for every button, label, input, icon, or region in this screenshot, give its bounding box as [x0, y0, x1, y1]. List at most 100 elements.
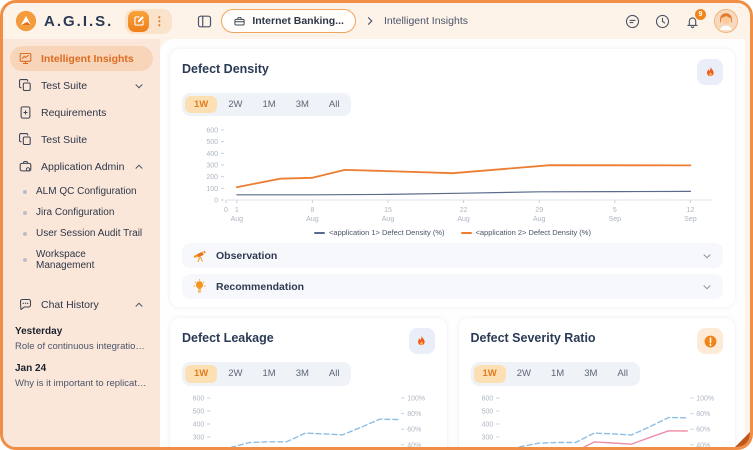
chat-entry[interactable]: Role of continuous integration in testin… [10, 339, 153, 356]
sidebar: Intelligent Insights Test Suite Requiremen… [3, 39, 160, 447]
time-range-tabs: 1W2W1M3MAll [182, 93, 351, 116]
feedback-button[interactable] [624, 13, 641, 30]
tab-2w[interactable]: 2W [508, 365, 540, 382]
legend-entry: <application 1> Defect Density (%) [314, 228, 444, 237]
hot-metric-button[interactable] [409, 328, 435, 354]
svg-text:15: 15 [384, 207, 392, 214]
briefcase-icon [233, 15, 246, 28]
user-avatar[interactable] [714, 9, 738, 33]
notifications-button[interactable]: 9 [684, 13, 701, 30]
tab-1w[interactable]: 1W [185, 96, 217, 113]
tab-1m[interactable]: 1M [254, 365, 285, 382]
notification-badge: 9 [695, 9, 706, 20]
flame-icon [414, 334, 429, 349]
new-chat-button[interactable] [128, 11, 149, 32]
legend-dash-icon [314, 232, 325, 234]
svg-text:Sep: Sep [684, 216, 697, 223]
chevron-up-icon[interactable] [133, 161, 145, 173]
tab-all[interactable]: All [608, 365, 637, 382]
chevron-up-icon[interactable] [133, 299, 145, 311]
sidebar-item-label: Intelligent Insights [41, 53, 145, 65]
svg-text:29: 29 [535, 207, 543, 214]
chat-bubble-icon [18, 297, 33, 312]
svg-text:300: 300 [206, 163, 218, 170]
sidebar-item-test-suite[interactable]: Test Suite [10, 127, 153, 152]
alert-icon [703, 334, 718, 349]
tab-1w[interactable]: 1W [474, 365, 506, 382]
svg-text:200: 200 [206, 175, 218, 182]
sidebar-subitem-label: Workspace Management [36, 249, 145, 271]
sidebar-toggle-button[interactable] [196, 13, 213, 30]
svg-text:300: 300 [193, 434, 205, 441]
tab-3m[interactable]: 3M [287, 96, 318, 113]
chat-history-toggle[interactable]: Chat History [10, 292, 153, 317]
time-range-tabs: 1W2W1M3MAll [471, 362, 640, 385]
svg-text:100%: 100% [407, 395, 425, 402]
legend-label: <application 2> Defect Density (%) [476, 228, 591, 237]
sidebar-subitem-jira-configuration[interactable]: Jira Configuration [10, 202, 153, 223]
card-title-defect-severity-ratio: Defect Severity Ratio [471, 328, 596, 345]
chat-entry[interactable]: Why is it important to replicate real-wo… [10, 376, 153, 393]
sidebar-item-requirements[interactable]: Requirements [10, 100, 153, 125]
svg-text:Aug: Aug [533, 216, 546, 223]
clipboard-icon [18, 78, 33, 93]
resize-grip[interactable] [735, 432, 750, 447]
svg-text:500: 500 [193, 408, 205, 415]
recommendation-accordion[interactable]: Recommendation [182, 274, 723, 299]
sidebar-nav: Intelligent Insights Test Suite Requiremen… [10, 46, 153, 276]
svg-text:60%: 60% [696, 426, 710, 433]
new-chat-group: ⋮ [125, 9, 172, 34]
chevron-down-icon [701, 250, 713, 262]
telescope-icon [192, 248, 207, 263]
defect-leakage-chart: 10020030040050060020%40%60%80%100% [182, 390, 435, 447]
tab-all[interactable]: All [320, 96, 349, 113]
hot-metric-button[interactable] [697, 59, 723, 85]
svg-text:Aug: Aug [457, 216, 470, 223]
main-area: Defect Density 1W2W1M3MAll 0100200300400… [160, 39, 750, 447]
tab-1m[interactable]: 1M [254, 96, 285, 113]
legend-entry: <application 2> Defect Density (%) [461, 228, 591, 237]
chevron-down-icon[interactable] [133, 80, 145, 92]
alert-metric-button[interactable] [697, 328, 723, 354]
sidebar-item-label: Requirements [41, 107, 145, 119]
sidebar-item-application-administration[interactable]: Application Administration [10, 154, 153, 179]
sidebar-subitem-alm-qc-configuration[interactable]: ALM QC Configuration [10, 181, 153, 202]
workspace-label: Internet Banking... [252, 15, 344, 27]
tab-3m[interactable]: 3M [287, 365, 318, 382]
svg-text:300: 300 [481, 434, 493, 441]
bullet-icon [23, 190, 27, 194]
sidebar-subitem-workspace-management[interactable]: Workspace Management [10, 244, 153, 276]
insights-icon [18, 51, 33, 66]
card-title-defect-density: Defect Density [182, 59, 269, 76]
history-button[interactable] [654, 13, 671, 30]
svg-text:100: 100 [206, 186, 218, 193]
sidebar-subitem-label: User Session Audit Trail [36, 228, 142, 239]
tab-1w[interactable]: 1W [185, 365, 217, 382]
tab-1m[interactable]: 1M [542, 365, 573, 382]
svg-text:8: 8 [310, 207, 314, 214]
sidebar-subitem-user-session-audit-trail[interactable]: User Session Audit Trail [10, 223, 153, 244]
svg-text:5: 5 [613, 207, 617, 214]
svg-text:0: 0 [214, 198, 218, 205]
defect-density-chart: 010020030040050060001Aug8Aug15Aug22Aug29… [182, 120, 723, 226]
tab-all[interactable]: All [320, 365, 349, 382]
chart-legend: <application 1> Defect Density (%) <appli… [182, 228, 723, 237]
recommendation-label: Recommendation [216, 281, 692, 293]
sidebar-item-intelligent-insights[interactable]: Intelligent Insights [10, 46, 153, 71]
svg-text:400: 400 [206, 151, 218, 158]
chat-date: Yesterday [10, 319, 153, 339]
defect-leakage-card: Defect Leakage 1W2W1M3MAll 1002003004005… [170, 318, 447, 447]
breadcrumb: Intelligent Insights [384, 15, 468, 27]
svg-text:Sep: Sep [609, 216, 622, 223]
app-window: A.G.I.S. ⋮ Internet Banking... Intellige… [0, 0, 753, 450]
defect-severity-ratio-chart: 10020030040050060020%40%60%80%100% [471, 390, 724, 447]
svg-text:0: 0 [224, 207, 228, 214]
observation-accordion[interactable]: Observation [182, 243, 723, 268]
tab-2w[interactable]: 2W [219, 96, 251, 113]
sidebar-item-test-suite[interactable]: Test Suite [10, 73, 153, 98]
workspace-selector[interactable]: Internet Banking... [221, 9, 356, 33]
tab-3m[interactable]: 3M [575, 365, 606, 382]
tab-2w[interactable]: 2W [219, 365, 251, 382]
breadcrumb-chevron-icon [364, 15, 376, 27]
kebab-menu-icon[interactable]: ⋮ [149, 15, 169, 27]
